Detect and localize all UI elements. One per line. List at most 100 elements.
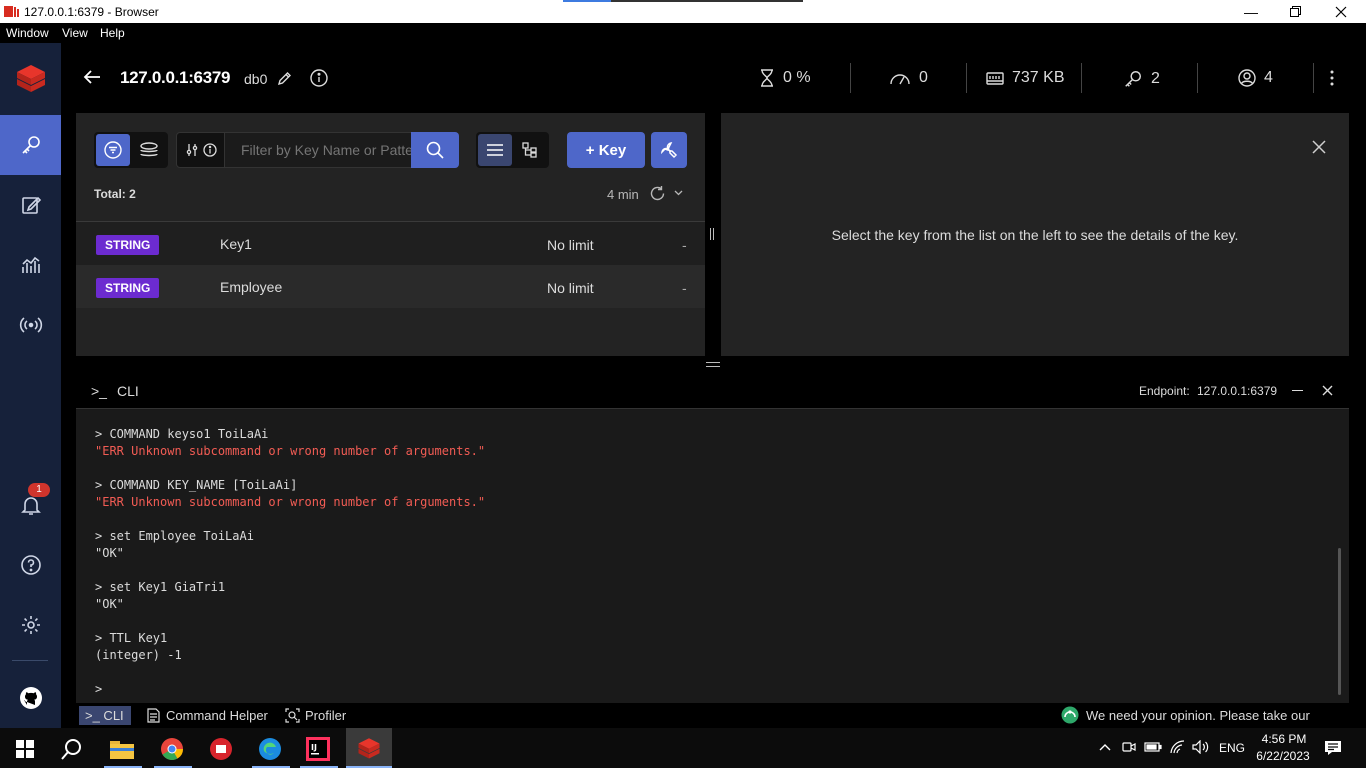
edge-icon[interactable] bbox=[250, 732, 290, 766]
filter-icon bbox=[104, 141, 122, 159]
endpoint-value: 127.0.0.1:6379 bbox=[1197, 384, 1278, 398]
cli-resize-handle-line bbox=[706, 366, 720, 367]
wrench-icon bbox=[660, 141, 678, 159]
edit-icon bbox=[20, 194, 42, 216]
battery-icon[interactable] bbox=[1144, 740, 1162, 754]
key-row[interactable]: STRING Employee No limit - bbox=[76, 265, 705, 308]
info-icon[interactable] bbox=[203, 143, 217, 157]
command-helper-tab[interactable]: Command Helper bbox=[166, 708, 268, 723]
nav-analysis[interactable] bbox=[0, 235, 61, 295]
windows-start-icon[interactable] bbox=[5, 732, 45, 766]
panel-resize-handle-line bbox=[713, 228, 714, 240]
total-keys: Total: 2 bbox=[94, 187, 136, 201]
app-red-icon[interactable] bbox=[201, 732, 241, 766]
filter-mode-button[interactable] bbox=[96, 134, 130, 166]
back-arrow-icon[interactable] bbox=[83, 69, 101, 85]
more-options-icon[interactable] bbox=[1330, 70, 1334, 86]
cli-output-line: > COMMAND KEY_NAME [ToiLaAi] bbox=[95, 478, 298, 492]
menu-bar: Window View Help bbox=[0, 23, 1366, 43]
nav-help[interactable] bbox=[0, 535, 61, 595]
memory-icon bbox=[986, 70, 1004, 86]
cli-input-prompt[interactable]: > bbox=[95, 682, 102, 696]
minimize-button[interactable]: — bbox=[1228, 0, 1274, 23]
taskbar-time[interactable]: 4:56 PM bbox=[1258, 732, 1310, 746]
search-mode-button[interactable] bbox=[132, 134, 166, 166]
ops-value: 0 bbox=[919, 69, 928, 86]
add-key-button[interactable]: + Key bbox=[567, 132, 645, 168]
last-refresh: 4 min bbox=[607, 187, 639, 202]
cli-tab[interactable]: >_ CLI bbox=[79, 706, 131, 725]
volume-icon[interactable] bbox=[1192, 740, 1210, 754]
file-explorer-icon[interactable] bbox=[102, 732, 142, 766]
language-indicator[interactable]: ENG bbox=[1219, 741, 1245, 755]
nav-pubsub[interactable] bbox=[0, 295, 61, 355]
bell-icon bbox=[20, 494, 42, 516]
restore-button[interactable] bbox=[1272, 0, 1318, 23]
chart-icon bbox=[20, 254, 42, 276]
cli-output-line: > set Key1 GiaTri1 bbox=[95, 580, 226, 594]
cli-output-line: "ERR Unknown subcommand or wrong number … bbox=[95, 444, 486, 458]
app-logo-icon bbox=[4, 5, 20, 18]
key-list-panel: + Key Total: 2 4 min STRING Key1 No limi… bbox=[76, 113, 705, 356]
search-icon bbox=[426, 141, 444, 159]
key-type-badge: STRING bbox=[96, 235, 160, 255]
bulk-actions-button[interactable] bbox=[651, 132, 687, 168]
survey-icon bbox=[1061, 706, 1079, 724]
redisinsight-taskbar-icon[interactable] bbox=[346, 728, 392, 768]
close-window-button[interactable] bbox=[1318, 0, 1364, 23]
window-title: 127.0.0.1:6379 - Browser bbox=[24, 5, 159, 19]
pencil-icon[interactable] bbox=[277, 71, 292, 86]
cli-output-line: > COMMAND keyso1 ToiLaAi bbox=[95, 427, 269, 441]
nav-workbench[interactable] bbox=[0, 175, 61, 235]
panel-resize-handle[interactable] bbox=[710, 228, 711, 240]
info-icon[interactable] bbox=[310, 69, 328, 87]
chevron-down-icon[interactable] bbox=[674, 190, 683, 196]
clients-stat: 4 bbox=[1238, 69, 1273, 87]
intellij-icon[interactable]: IJ bbox=[298, 732, 338, 766]
tree-view-button[interactable] bbox=[513, 134, 547, 166]
nav-notifications[interactable]: 1 bbox=[0, 475, 61, 535]
windows-taskbar: IJ ENG 4:56 PM 6/22/2023 bbox=[0, 728, 1366, 768]
key-search-input[interactable] bbox=[225, 133, 411, 167]
github-icon bbox=[19, 686, 43, 710]
tree-icon bbox=[522, 142, 538, 158]
refresh-icon[interactable] bbox=[649, 185, 666, 202]
menu-view[interactable]: View bbox=[62, 26, 88, 40]
cli-prompt-icon: >_ bbox=[91, 383, 107, 399]
close-icon[interactable] bbox=[1312, 140, 1326, 154]
layers-icon bbox=[139, 142, 159, 158]
gear-icon bbox=[20, 614, 42, 636]
key-name: Employee bbox=[220, 279, 283, 295]
wifi-icon[interactable] bbox=[1170, 740, 1186, 754]
type-filter-icon[interactable] bbox=[186, 143, 198, 157]
nav-github[interactable] bbox=[0, 668, 61, 728]
cli-header: >_ CLI Endpoint: 127.0.0.1:6379 bbox=[76, 373, 1349, 409]
nav-settings[interactable] bbox=[0, 595, 61, 655]
profiler-icon bbox=[285, 708, 300, 723]
list-icon bbox=[487, 143, 503, 157]
search-button[interactable] bbox=[411, 132, 459, 168]
profiler-tab[interactable]: Profiler bbox=[305, 708, 346, 723]
menu-help[interactable]: Help bbox=[100, 26, 125, 40]
cli-resize-handle[interactable] bbox=[706, 362, 720, 363]
taskbar-date[interactable]: 6/22/2023 bbox=[1252, 749, 1314, 763]
list-view-button[interactable] bbox=[478, 134, 512, 166]
cli-scrollbar[interactable] bbox=[1338, 548, 1341, 695]
host-name: 127.0.0.1:6379 bbox=[120, 68, 231, 87]
meet-now-icon[interactable] bbox=[1122, 740, 1136, 754]
notifications-center-icon[interactable] bbox=[1324, 740, 1342, 756]
redis-logo-icon[interactable] bbox=[0, 48, 61, 108]
user-icon bbox=[1238, 69, 1256, 87]
chevron-up-icon[interactable] bbox=[1099, 743, 1111, 751]
display-mode-group bbox=[476, 132, 549, 168]
minimize-cli-icon[interactable] bbox=[1292, 390, 1303, 391]
menu-window[interactable]: Window bbox=[6, 26, 49, 40]
broadcast-icon bbox=[19, 317, 43, 333]
chrome-icon[interactable] bbox=[152, 732, 192, 766]
close-cli-icon[interactable] bbox=[1322, 385, 1333, 396]
key-size: - bbox=[682, 280, 687, 296]
key-row[interactable]: STRING Key1 No limit - bbox=[76, 222, 705, 265]
nav-browser[interactable] bbox=[0, 115, 61, 175]
endpoint-label: Endpoint: bbox=[1139, 384, 1190, 398]
search-icon[interactable] bbox=[52, 732, 92, 766]
